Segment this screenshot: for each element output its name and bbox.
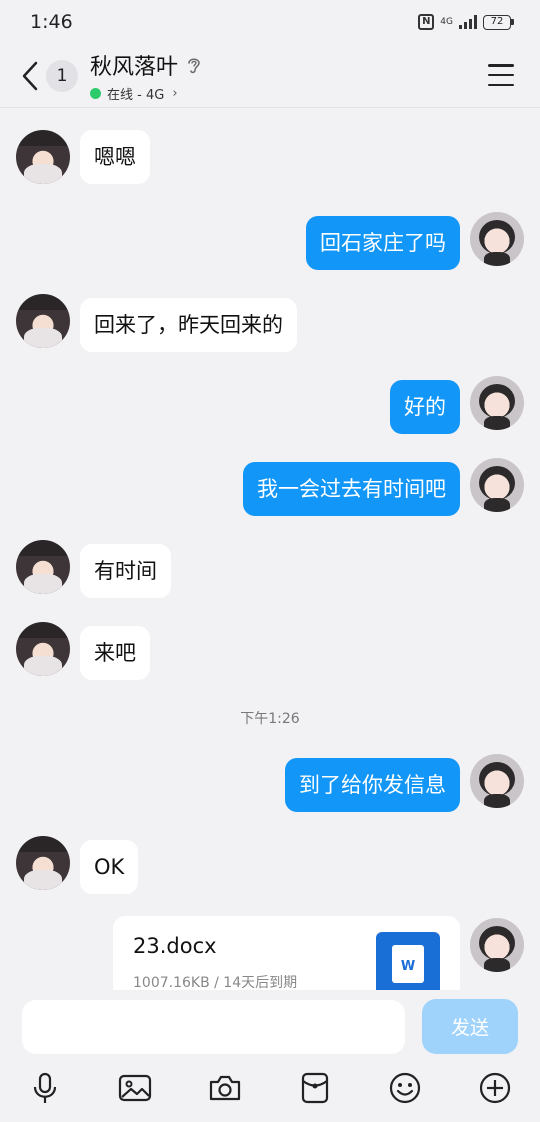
word-doc-icon: W — [376, 932, 440, 990]
message-bubble[interactable]: 我一会过去有时间吧 — [243, 462, 460, 516]
word-doc-letter: W — [392, 945, 424, 983]
message-bubble[interactable]: OK — [80, 840, 139, 894]
message-bubble[interactable]: 到了给你发信息 — [285, 758, 460, 812]
status-bar: 1:46 N 4G 72 — [0, 0, 540, 44]
contact-avatar[interactable] — [16, 130, 70, 184]
chevron-right-icon: › — [172, 85, 178, 101]
message-bubble[interactable]: 回石家庄了吗 — [306, 216, 460, 270]
my-avatar[interactable] — [470, 458, 524, 512]
emoji-icon[interactable] — [383, 1066, 427, 1110]
time-separator: 下午1:26 — [240, 711, 300, 727]
message-list[interactable]: 嗯嗯 回石家庄了吗 回来了，昨天回来的 好的 我一会过去有时间吧 有时间 来吧 … — [0, 108, 540, 990]
message-bubble[interactable]: 好的 — [390, 380, 460, 434]
nfc-icon: N — [418, 14, 435, 30]
message-input[interactable] — [22, 1000, 405, 1054]
battery-level: 72 — [483, 14, 511, 30]
presence-text: 在线 - 4G — [107, 87, 165, 103]
send-button[interactable]: 发送 — [422, 999, 518, 1054]
menu-icon[interactable] — [488, 64, 514, 86]
contact-title[interactable]: 秋风落叶 在线 - 4G › — [90, 49, 202, 103]
my-avatar[interactable] — [470, 918, 524, 972]
my-avatar[interactable] — [470, 754, 524, 808]
message-bubble[interactable]: 来吧 — [80, 626, 150, 680]
contact-avatar[interactable] — [16, 294, 70, 348]
online-dot — [90, 87, 101, 99]
red-packet-icon[interactable] — [293, 1066, 337, 1110]
unread-badge[interactable]: 1 — [46, 59, 78, 92]
camera-icon[interactable] — [203, 1066, 247, 1110]
presence-status[interactable]: 在线 - 4G › — [90, 84, 202, 103]
ear-icon — [188, 58, 200, 73]
image-icon[interactable] — [113, 1066, 157, 1110]
signal-icon — [459, 15, 477, 29]
status-icons: N 4G 72 — [418, 14, 514, 30]
microphone-icon[interactable] — [23, 1066, 67, 1110]
chat-header: 1 秋风落叶 在线 - 4G › — [0, 44, 540, 108]
contact-avatar[interactable] — [16, 540, 70, 594]
add-icon[interactable] — [473, 1066, 517, 1110]
contact-name[interactable]: 秋风落叶 — [90, 49, 178, 81]
contact-avatar[interactable] — [16, 836, 70, 890]
contact-avatar[interactable] — [16, 622, 70, 676]
my-avatar[interactable] — [470, 376, 524, 430]
file-card[interactable]: 23.docx 1007.16KB / 14天后到期 W — [113, 916, 460, 990]
message-bubble[interactable]: 回来了，昨天回来的 — [80, 298, 297, 352]
message-bubble[interactable]: 嗯嗯 — [80, 130, 150, 184]
status-time: 1:46 — [30, 11, 73, 33]
battery-icon: 72 — [483, 14, 514, 30]
network-type: 4G — [440, 16, 453, 27]
composer: 发送 — [0, 990, 540, 1122]
my-avatar[interactable] — [470, 212, 524, 266]
composer-toolbar — [0, 1066, 540, 1110]
message-bubble[interactable]: 有时间 — [80, 544, 171, 598]
